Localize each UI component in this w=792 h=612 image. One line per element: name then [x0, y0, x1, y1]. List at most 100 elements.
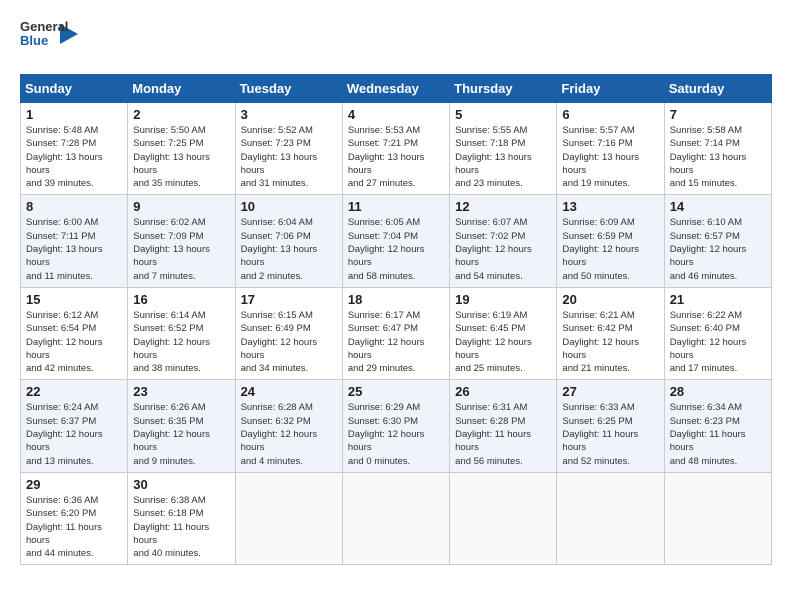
day-info: Sunrise: 6:02 AMSunset: 7:09 PMDaylight:… — [133, 216, 229, 282]
day-cell-22: 22 Sunrise: 6:24 AMSunset: 6:37 PMDayligh… — [21, 380, 128, 472]
day-number: 23 — [133, 384, 229, 399]
day-info: Sunrise: 6:34 AMSunset: 6:23 PMDaylight:… — [670, 401, 766, 467]
day-cell-28: 28 Sunrise: 6:34 AMSunset: 6:23 PMDayligh… — [664, 380, 771, 472]
day-number: 10 — [241, 199, 337, 214]
week-row-1: 1 Sunrise: 5:48 AMSunset: 7:28 PMDaylight… — [21, 103, 772, 195]
day-cell-27: 27Sunrise: 6:33 AMSunset: 6:25 PMDayligh… — [557, 380, 664, 472]
weekday-header-row: Sunday Monday Tuesday Wednesday Thursday… — [21, 75, 772, 103]
day-cell-2: 2 Sunrise: 5:50 AMSunset: 7:25 PMDaylight… — [128, 103, 235, 195]
day-number: 4 — [348, 107, 444, 122]
empty-cell — [557, 472, 664, 564]
day-info: Sunrise: 6:19 AMSunset: 6:45 PMDaylight:… — [455, 309, 551, 375]
page-header: General Blue — [20, 20, 772, 58]
day-info: Sunrise: 5:53 AMSunset: 7:21 PMDaylight:… — [348, 124, 444, 190]
day-info: Sunrise: 6:15 AMSunset: 6:49 PMDaylight:… — [241, 309, 337, 375]
day-info: Sunrise: 6:38 AMSunset: 6:18 PMDaylight:… — [133, 494, 229, 560]
day-info: Sunrise: 6:05 AMSunset: 7:04 PMDaylight:… — [348, 216, 444, 282]
logo: General Blue — [20, 20, 78, 58]
day-cell-16: 16 Sunrise: 6:14 AMSunset: 6:52 PMDayligh… — [128, 287, 235, 379]
day-number: 26 — [455, 384, 551, 399]
day-number: 5 — [455, 107, 551, 122]
day-info: Sunrise: 6:09 AMSunset: 6:59 PMDaylight:… — [562, 216, 658, 282]
empty-cell — [664, 472, 771, 564]
header-monday: Monday — [128, 75, 235, 103]
header-tuesday: Tuesday — [235, 75, 342, 103]
day-info: Sunrise: 6:00 AMSunset: 7:11 PMDaylight:… — [26, 216, 122, 282]
day-number: 22 — [26, 384, 122, 399]
day-number: 9 — [133, 199, 229, 214]
day-info: Sunrise: 6:21 AMSunset: 6:42 PMDaylight:… — [562, 309, 658, 375]
empty-cell — [342, 472, 449, 564]
day-info: Sunrise: 5:48 AMSunset: 7:28 PMDaylight:… — [26, 124, 122, 190]
day-number: 20 — [562, 292, 658, 307]
day-number: 13 — [562, 199, 658, 214]
day-number: 18 — [348, 292, 444, 307]
empty-cell — [450, 472, 557, 564]
day-cell-18: 18 Sunrise: 6:17 AMSunset: 6:47 PMDayligh… — [342, 287, 449, 379]
day-info: Sunrise: 6:33 AMSunset: 6:25 PMDaylight:… — [562, 401, 658, 467]
day-number: 16 — [133, 292, 229, 307]
day-cell-21: 21Sunrise: 6:22 AMSunset: 6:40 PMDayligh… — [664, 287, 771, 379]
day-cell-25: 25 Sunrise: 6:29 AMSunset: 6:30 PMDayligh… — [342, 380, 449, 472]
day-info: Sunrise: 6:14 AMSunset: 6:52 PMDaylight:… — [133, 309, 229, 375]
day-cell-15: 15Sunrise: 6:12 AMSunset: 6:54 PMDayligh… — [21, 287, 128, 379]
day-cell-5: 5 Sunrise: 5:55 AMSunset: 7:18 PMDaylight… — [450, 103, 557, 195]
day-number: 7 — [670, 107, 766, 122]
week-row-4: 22 Sunrise: 6:24 AMSunset: 6:37 PMDayligh… — [21, 380, 772, 472]
day-number: 25 — [348, 384, 444, 399]
day-cell-24: 24 Sunrise: 6:28 AMSunset: 6:32 PMDayligh… — [235, 380, 342, 472]
day-cell-13: 13 Sunrise: 6:09 AMSunset: 6:59 PMDayligh… — [557, 195, 664, 287]
day-cell-9: 9 Sunrise: 6:02 AMSunset: 7:09 PMDaylight… — [128, 195, 235, 287]
day-number: 1 — [26, 107, 122, 122]
day-cell-1: 1 Sunrise: 5:48 AMSunset: 7:28 PMDaylight… — [21, 103, 128, 195]
day-info: Sunrise: 6:36 AMSunset: 6:20 PMDaylight:… — [26, 494, 122, 560]
header-sunday: Sunday — [21, 75, 128, 103]
day-number: 29 — [26, 477, 122, 492]
day-info: Sunrise: 6:29 AMSunset: 6:30 PMDaylight:… — [348, 401, 444, 467]
day-number: 24 — [241, 384, 337, 399]
day-info: Sunrise: 6:07 AMSunset: 7:02 PMDaylight:… — [455, 216, 551, 282]
day-cell-17: 17 Sunrise: 6:15 AMSunset: 6:49 PMDayligh… — [235, 287, 342, 379]
header-wednesday: Wednesday — [342, 75, 449, 103]
day-number: 28 — [670, 384, 766, 399]
day-cell-20: 20 Sunrise: 6:21 AMSunset: 6:42 PMDayligh… — [557, 287, 664, 379]
day-info: Sunrise: 6:26 AMSunset: 6:35 PMDaylight:… — [133, 401, 229, 467]
day-cell-7: 7 Sunrise: 5:58 AMSunset: 7:14 PMDaylight… — [664, 103, 771, 195]
day-number: 11 — [348, 199, 444, 214]
day-cell-3: 3 Sunrise: 5:52 AMSunset: 7:23 PMDaylight… — [235, 103, 342, 195]
day-cell-10: 10Sunrise: 6:04 AMSunset: 7:06 PMDayligh… — [235, 195, 342, 287]
day-info: Sunrise: 6:17 AMSunset: 6:47 PMDaylight:… — [348, 309, 444, 375]
day-cell-23: 23 Sunrise: 6:26 AMSunset: 6:35 PMDayligh… — [128, 380, 235, 472]
day-info: Sunrise: 5:58 AMSunset: 7:14 PMDaylight:… — [670, 124, 766, 190]
day-number: 21 — [670, 292, 766, 307]
day-info: Sunrise: 6:28 AMSunset: 6:32 PMDaylight:… — [241, 401, 337, 467]
day-info: Sunrise: 5:50 AMSunset: 7:25 PMDaylight:… — [133, 124, 229, 190]
day-cell-19: 19 Sunrise: 6:19 AMSunset: 6:45 PMDayligh… — [450, 287, 557, 379]
day-number: 17 — [241, 292, 337, 307]
day-number: 15 — [26, 292, 122, 307]
day-cell-4: 4 Sunrise: 5:53 AMSunset: 7:21 PMDaylight… — [342, 103, 449, 195]
day-number: 8 — [26, 199, 122, 214]
day-info: Sunrise: 6:10 AMSunset: 6:57 PMDaylight:… — [670, 216, 766, 282]
day-number: 2 — [133, 107, 229, 122]
week-row-2: 8 Sunrise: 6:00 AMSunset: 7:11 PMDaylight… — [21, 195, 772, 287]
week-row-3: 15Sunrise: 6:12 AMSunset: 6:54 PMDayligh… — [21, 287, 772, 379]
day-cell-26: 26 Sunrise: 6:31 AMSunset: 6:28 PMDayligh… — [450, 380, 557, 472]
header-thursday: Thursday — [450, 75, 557, 103]
day-cell-30: 30 Sunrise: 6:38 AMSunset: 6:18 PMDayligh… — [128, 472, 235, 564]
day-info: Sunrise: 5:55 AMSunset: 7:18 PMDaylight:… — [455, 124, 551, 190]
day-info: Sunrise: 5:52 AMSunset: 7:23 PMDaylight:… — [241, 124, 337, 190]
day-number: 30 — [133, 477, 229, 492]
day-cell-14: 14Sunrise: 6:10 AMSunset: 6:57 PMDayligh… — [664, 195, 771, 287]
day-info: Sunrise: 5:57 AMSunset: 7:16 PMDaylight:… — [562, 124, 658, 190]
day-cell-8: 8 Sunrise: 6:00 AMSunset: 7:11 PMDaylight… — [21, 195, 128, 287]
week-row-5: 29 Sunrise: 6:36 AMSunset: 6:20 PMDayligh… — [21, 472, 772, 564]
day-number: 6 — [562, 107, 658, 122]
day-cell-29: 29 Sunrise: 6:36 AMSunset: 6:20 PMDayligh… — [21, 472, 128, 564]
day-info: Sunrise: 6:31 AMSunset: 6:28 PMDaylight:… — [455, 401, 551, 467]
day-cell-6: 6 Sunrise: 5:57 AMSunset: 7:16 PMDaylight… — [557, 103, 664, 195]
day-number: 19 — [455, 292, 551, 307]
day-info: Sunrise: 6:24 AMSunset: 6:37 PMDaylight:… — [26, 401, 122, 467]
day-cell-12: 12Sunrise: 6:07 AMSunset: 7:02 PMDayligh… — [450, 195, 557, 287]
day-number: 3 — [241, 107, 337, 122]
